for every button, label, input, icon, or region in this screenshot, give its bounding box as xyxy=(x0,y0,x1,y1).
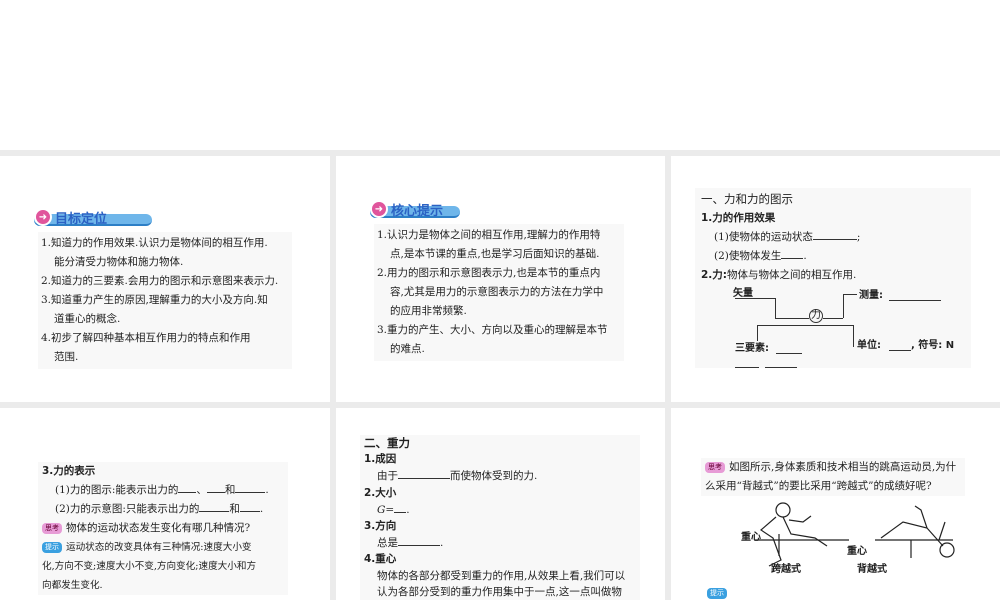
list-item: 容,尤其是用力的示意图表示力的方法在力学中 xyxy=(390,286,604,298)
list-item: 3.重力的产生、大小、方向以及重心的理解是本节 xyxy=(377,324,608,336)
list-item: 点,是本节课的重点,也是学习后面知识的基础. xyxy=(390,248,600,260)
list-item: 3.知道重力产生的原因,理解重力的大小及方向.知 xyxy=(41,294,268,306)
header-title: 目标定位 xyxy=(55,211,108,227)
answer-text: 化,方向不变;速度大小不变,方向变化;速度大小和方 xyxy=(42,561,257,572)
text: (2)力的示意图:只能表示出力的 xyxy=(55,503,200,515)
list-item: 1.认识力是物体之间的相互作用,理解力的作用特 xyxy=(377,229,601,241)
force-node: 力 xyxy=(809,309,823,323)
slide-force-diagram: 一、力和力的图示 1.力的作用效果 (1)使物体的运动状态; (2)使物体发生.… xyxy=(671,156,1000,402)
caption-fosbury: 背越式 xyxy=(857,564,887,575)
arrow-icon: ➜ xyxy=(370,200,388,218)
symbol-label: , 符号: N xyxy=(911,340,955,351)
subheading: 1.力的作用效果 xyxy=(701,212,776,224)
formula: G= xyxy=(377,503,395,516)
arrow-icon: ➜ xyxy=(34,208,52,226)
slide-force-representation: 3.力的表示 (1)力的图示:能表示出力的、和. (2)力的示意图:只能表示出力… xyxy=(0,408,330,600)
list-item: 范围. xyxy=(54,351,79,363)
text: 和 xyxy=(229,503,240,515)
text: 总是 xyxy=(377,537,398,550)
center-of-gravity-label: 重心 xyxy=(847,546,867,557)
text: (1)力的图示:能表示出力的 xyxy=(55,484,179,496)
high-jump-illustration xyxy=(755,502,955,567)
hint-badge: 提示 xyxy=(42,542,62,553)
force-concept-diagram: 矢量 力 测量: 三要素: 单位: , 符号: N xyxy=(695,274,971,368)
slide-key-points: ➜ 核心提示 1.认识力是物体之间的相互作用,理解力的作用特 点,是本节课的重点… xyxy=(336,156,665,402)
list-item: 2.知道力的三要素.会用力的图示和示意图来表示力. xyxy=(41,275,279,287)
objectives-list: 1.知道力的作用效果.认识力是物体间的相互作用. 能分清受力物体和施力物体. 2… xyxy=(38,232,292,369)
hint-badge[interactable]: 提示 xyxy=(707,588,727,599)
subheading: 3.方向 xyxy=(364,520,397,533)
question-text: 么采用“背越式”的要比采用“跨越式”的成绩好呢? xyxy=(705,480,932,492)
question-text: 物体的运动状态发生变化有哪几种情况? xyxy=(66,522,251,534)
text: 由于 xyxy=(377,470,398,483)
text: ; xyxy=(856,231,861,243)
text: . xyxy=(265,484,269,496)
subheading: 3.力的表示 xyxy=(42,465,96,477)
list-item: 2.用力的图示和示意图表示力,也是本节的重点内 xyxy=(377,267,601,279)
measure-label: 测量: xyxy=(859,290,883,301)
slide-high-jump: 思考 如图所示,身体素质和技术相当的跳高运动员,为什 么采用“背越式”的要比采用“… xyxy=(671,408,1000,600)
text: 物体的各部分都受到重力的作用,从效果上看,我们可以 xyxy=(377,569,626,582)
vector-label: 矢量 xyxy=(733,288,753,299)
text: . xyxy=(440,537,444,550)
caption-straddle: 跨越式 xyxy=(771,564,801,575)
subheading: 2.大小 xyxy=(364,486,397,499)
subheading: 4.重心 xyxy=(364,553,397,566)
text: . xyxy=(259,503,264,515)
text: 和 xyxy=(224,484,236,496)
list-item: 能分清受力物体和施力物体. xyxy=(54,256,184,268)
center-of-gravity-label: 重心 xyxy=(741,532,761,543)
text: 认为各部分受到的重力作用集中于一点,这一点叫做物 xyxy=(377,585,622,598)
list-item: 4.初步了解四种基本相互作用力的特点和作用 xyxy=(41,332,251,344)
answer-text: 向都发生变化. xyxy=(42,580,103,591)
slide-gravity: 二、重力 1.成因 由于 而使物体受到的力. 2.大小 G=. 3.方向 总是. … xyxy=(336,408,665,600)
think-badge: 思考 xyxy=(42,522,62,534)
text: 、 xyxy=(196,484,207,496)
answer-text: 运动状态的改变具体有三种情况:速度大小变 xyxy=(66,542,252,553)
elements-label: 三要素: xyxy=(735,343,769,354)
header-title: 核心提示 xyxy=(391,203,444,219)
section-title: 一、力和力的图示 xyxy=(701,192,793,206)
list-item: 道重心的概念. xyxy=(54,313,121,325)
list-item: 1.知道力的作用效果.认识力是物体间的相互作用. xyxy=(41,237,268,249)
text: . xyxy=(406,503,410,516)
blank xyxy=(781,247,804,259)
content-box: 二、重力 1.成因 由于 而使物体受到的力. 2.大小 G=. 3.方向 总是. … xyxy=(360,435,640,600)
key-points-list: 1.认识力是物体之间的相互作用,理解力的作用特 点,是本节课的重点,也是学习后面… xyxy=(374,224,624,361)
question-box: 思考 如图所示,身体素质和技术相当的跳高运动员,为什 么采用“背越式”的要比采用“… xyxy=(701,458,965,496)
section-header: ➜ 核心提示 xyxy=(370,198,495,220)
blank xyxy=(812,228,857,240)
unit-label: 单位: xyxy=(857,340,881,351)
think-badge: 思考 xyxy=(705,461,725,473)
text: 而使物体受到的力. xyxy=(450,470,538,483)
text: (2)使物体发生 xyxy=(714,250,782,262)
section-header: ➜ 目标定位 xyxy=(34,206,159,228)
slide-objectives: ➜ 目标定位 1.知道力的作用效果.认识力是物体间的相互作用. 能分清受力物体和… xyxy=(0,156,330,402)
list-item: 的应用非常频繁. xyxy=(390,305,467,317)
subheading: 1.成因 xyxy=(364,453,397,466)
text: (1)使物体的运动状态 xyxy=(714,231,813,243)
list-item: 的难点. xyxy=(390,343,425,355)
text: . xyxy=(803,250,807,262)
section-title: 二、重力 xyxy=(364,436,410,450)
question-text: 如图所示,身体素质和技术相当的跳高运动员,为什 xyxy=(729,461,957,473)
content-box: 3.力的表示 (1)力的图示:能表示出力的、和. (2)力的示意图:只能表示出力… xyxy=(38,462,288,595)
